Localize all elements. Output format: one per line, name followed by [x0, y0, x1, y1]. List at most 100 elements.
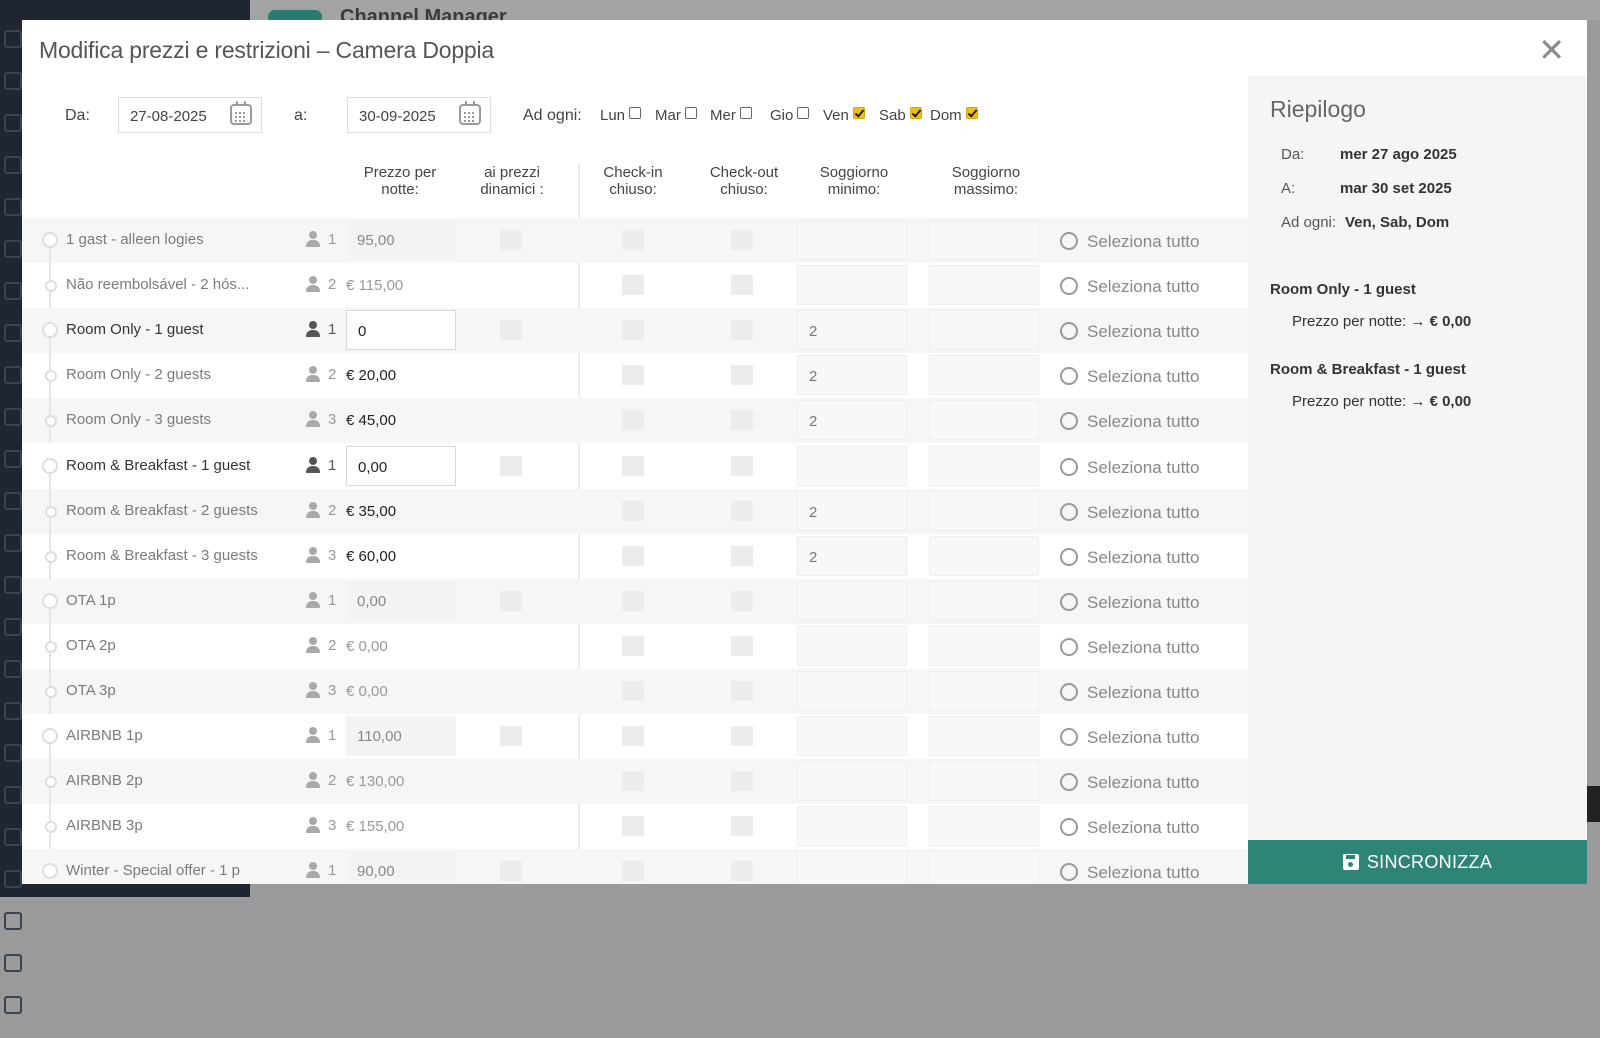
radio-icon[interactable] [1060, 367, 1078, 386]
min-stay-input[interactable] [797, 580, 907, 621]
radio-icon[interactable] [1060, 592, 1078, 611]
min-stay-input[interactable]: 2 [797, 490, 907, 531]
checkout-closed-checkbox[interactable] [731, 275, 753, 296]
checkin-closed-checkbox[interactable] [622, 681, 644, 701]
min-stay-input[interactable]: 2 [797, 355, 907, 396]
select-all-row[interactable]: Seleziona tutto [1060, 412, 1199, 432]
checkout-closed-checkbox[interactable] [731, 545, 753, 566]
checkout-closed-checkbox[interactable] [731, 816, 753, 837]
radio-icon[interactable] [1060, 683, 1078, 701]
checkout-closed-checkbox[interactable] [731, 500, 753, 521]
day-checkbox[interactable] [629, 107, 642, 119]
price-input[interactable]: 110,00 [346, 716, 456, 757]
checkout-closed-checkbox[interactable] [731, 410, 753, 431]
rate-radio[interactable] [42, 232, 58, 248]
checkin-closed-checkbox[interactable] [622, 230, 644, 250]
checkout-closed-checkbox[interactable] [731, 455, 753, 476]
day-dom[interactable]: Dom [930, 107, 978, 124]
day-checkbox-checked[interactable] [852, 107, 865, 119]
dynamic-price-checkbox[interactable] [500, 726, 522, 747]
max-stay-input[interactable] [929, 265, 1039, 306]
rate-radio[interactable] [45, 686, 57, 698]
select-all-row[interactable]: Seleziona tutto [1060, 818, 1199, 838]
radio-icon[interactable] [1060, 457, 1078, 476]
checkin-closed-checkbox[interactable] [622, 545, 644, 566]
price-input[interactable]: 0 [346, 310, 456, 351]
price-input[interactable]: 0,00 [346, 445, 456, 486]
price-input[interactable]: 0,00 [346, 580, 456, 621]
select-all-row[interactable]: Seleziona tutto [1060, 728, 1199, 748]
checkin-closed-checkbox[interactable] [622, 771, 644, 792]
rate-radio[interactable] [45, 505, 57, 518]
calendar-icon[interactable] [459, 101, 481, 125]
day-ven[interactable]: Ven [823, 107, 865, 124]
select-all-row[interactable]: Seleziona tutto [1060, 457, 1199, 478]
checkout-closed-checkbox[interactable] [731, 681, 753, 701]
checkin-closed-checkbox[interactable] [622, 365, 644, 386]
day-gio[interactable]: Gio [770, 107, 810, 124]
radio-icon[interactable] [1060, 322, 1078, 341]
max-stay-input[interactable] [929, 400, 1039, 441]
day-mer[interactable]: Mer [710, 107, 752, 124]
from-date-input[interactable]: 27-08-2025 [118, 97, 262, 133]
price-input[interactable]: € 60,00 [346, 536, 456, 576]
price-input[interactable]: € 20,00 [346, 355, 456, 395]
checkout-closed-checkbox[interactable] [731, 771, 753, 792]
select-all-row[interactable]: Seleziona tutto [1060, 637, 1199, 658]
rate-radio[interactable] [42, 322, 58, 339]
sync-button[interactable]: SINCRONIZZA [1248, 840, 1587, 884]
close-icon[interactable]: ✕ [1538, 34, 1565, 66]
rate-radio[interactable] [45, 415, 57, 428]
checkin-closed-checkbox[interactable] [622, 816, 644, 837]
max-stay-input[interactable] [929, 535, 1039, 576]
rate-radio[interactable] [42, 863, 58, 880]
select-all-row[interactable]: Seleziona tutto [1060, 863, 1199, 883]
checkout-closed-checkbox[interactable] [731, 230, 753, 250]
min-stay-input[interactable] [797, 220, 907, 260]
rate-radio[interactable] [45, 550, 57, 563]
max-stay-input[interactable] [929, 716, 1039, 757]
to-date-input[interactable]: 30-09-2025 [347, 97, 491, 133]
max-stay-input[interactable] [929, 490, 1039, 531]
price-input[interactable]: € 115,00 [346, 265, 456, 305]
dynamic-price-checkbox[interactable] [500, 320, 522, 341]
select-all-row[interactable]: Seleziona tutto [1060, 683, 1199, 703]
min-stay-input[interactable] [797, 445, 907, 486]
select-all-row[interactable]: Seleziona tutto [1060, 547, 1199, 568]
rate-radio[interactable] [45, 280, 57, 293]
min-stay-input[interactable] [797, 806, 907, 847]
day-lun[interactable]: Lun [600, 107, 642, 124]
day-checkbox[interactable] [739, 107, 752, 119]
min-stay-input[interactable]: 2 [797, 400, 907, 441]
max-stay-input[interactable] [929, 851, 1039, 884]
max-stay-input[interactable] [929, 310, 1039, 351]
day-checkbox[interactable] [684, 107, 697, 119]
select-all-row[interactable]: Seleziona tutto [1060, 367, 1199, 387]
max-stay-input[interactable] [929, 580, 1039, 621]
checkin-closed-checkbox[interactable] [622, 590, 644, 611]
day-mar[interactable]: Mar [655, 107, 697, 124]
min-stay-input[interactable] [797, 716, 907, 757]
rate-radio[interactable] [42, 457, 58, 474]
checkin-closed-checkbox[interactable] [622, 726, 644, 747]
select-all-row[interactable]: Seleziona tutto [1060, 322, 1199, 342]
radio-icon[interactable] [1060, 547, 1078, 566]
rate-radio[interactable] [45, 776, 57, 789]
rate-radio[interactable] [42, 728, 58, 745]
checkout-closed-checkbox[interactable] [731, 726, 753, 747]
max-stay-input[interactable] [929, 625, 1039, 666]
rate-radio[interactable] [45, 821, 57, 834]
min-stay-input[interactable] [797, 625, 907, 666]
max-stay-input[interactable] [929, 445, 1039, 486]
checkin-closed-checkbox[interactable] [622, 320, 644, 341]
min-stay-input[interactable]: 2 [797, 310, 907, 351]
radio-icon[interactable] [1060, 773, 1078, 792]
dynamic-price-checkbox[interactable] [500, 230, 522, 250]
price-input[interactable]: 90,00 [346, 851, 456, 884]
max-stay-input[interactable] [929, 806, 1039, 847]
radio-icon[interactable] [1060, 412, 1078, 431]
price-input[interactable]: € 155,00 [346, 806, 456, 846]
calendar-icon[interactable] [230, 101, 252, 125]
radio-icon[interactable] [1060, 232, 1078, 250]
checkin-closed-checkbox[interactable] [622, 635, 644, 656]
